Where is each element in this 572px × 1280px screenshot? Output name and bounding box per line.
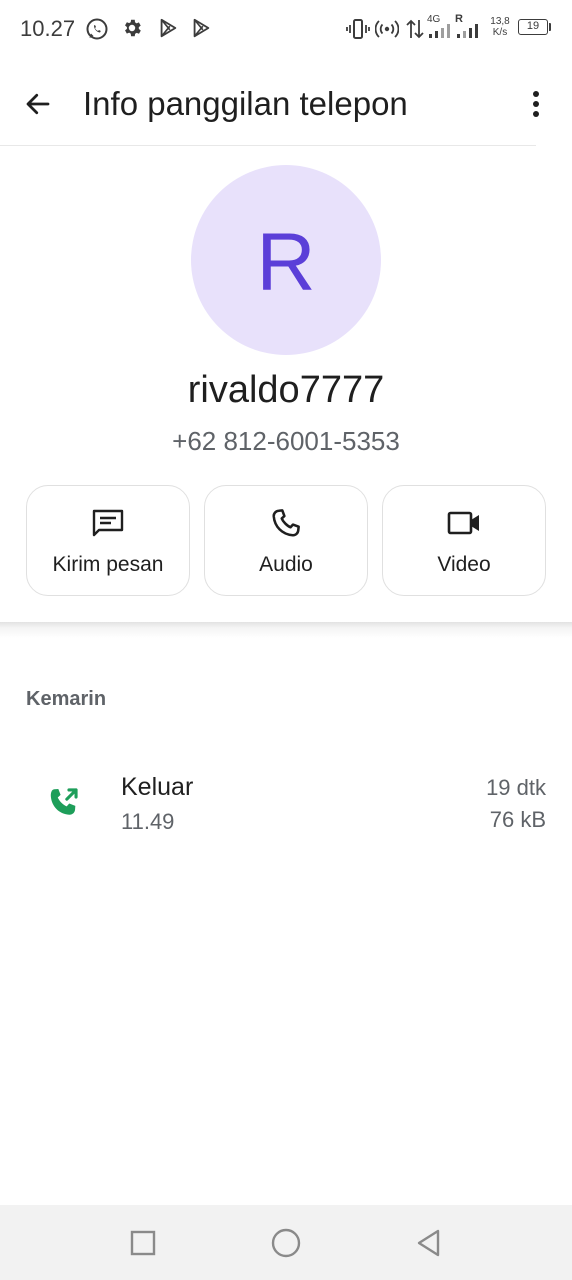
history-section-label: Kemarin [26,688,107,710]
whatsapp-icon [86,18,108,40]
avatar: R [191,165,381,355]
call-duration: 19 dtk [486,775,546,800]
status-time: 10.27 [20,16,76,41]
battery-icon: 19 [518,19,548,35]
message-icon [92,509,124,537]
system-nav-bar [0,1205,572,1280]
signal-icon [429,24,450,38]
arrow-left-icon [26,93,50,115]
more-options-button[interactable] [518,82,554,126]
hotspot-icon [375,20,399,38]
net-speed-value: 13,8 [490,16,510,27]
vibrate-icon [346,19,370,39]
call-data-size: 76 kB [489,807,546,832]
home-button[interactable] [266,1223,306,1263]
signal-icon [457,24,478,38]
call-history-item[interactable]: Keluar 11.49 19 dtk 76 kB [0,760,572,850]
home-circle-icon [271,1228,301,1258]
more-vert-icon [533,91,539,117]
header-divider [0,145,536,146]
phone-icon [272,509,300,537]
call-type: Keluar [121,773,194,801]
battery-nub [549,23,551,31]
section-divider [0,622,572,638]
status-bar: 10.27 4G R 13,8 K/s 19 [0,0,572,58]
net-speed: 13,8 K/s [488,16,512,38]
contact-name: rivaldo7777 [187,369,385,411]
send-message-button[interactable]: Kirim pesan [26,485,190,596]
recents-square-icon [130,1230,156,1256]
settings-icon [125,19,141,37]
videocam-icon [447,511,479,535]
back-button[interactable] [16,82,60,126]
app-header: Info panggilan telepon [0,58,572,146]
page-title: Info panggilan telepon [83,85,408,122]
contact-phone: +62 812-6001-5353 [172,426,400,456]
audio-call-label: Audio [259,553,313,576]
nav-back-button[interactable] [409,1223,449,1263]
audio-call-button[interactable]: Audio [204,485,368,596]
call-time: 11.49 [121,809,175,834]
play-store-icon [193,18,210,38]
video-call-button[interactable]: Video [382,485,546,596]
net-speed-unit: K/s [492,27,508,38]
play-store-icon [160,18,177,38]
avatar-letter: R [256,217,316,308]
outgoing-call-icon [50,788,78,815]
video-call-label: Video [437,553,491,576]
send-message-label: Kirim pesan [52,553,164,576]
back-triangle-icon [417,1229,440,1257]
data-transfer-icon [406,19,424,39]
recents-button[interactable] [123,1223,163,1263]
